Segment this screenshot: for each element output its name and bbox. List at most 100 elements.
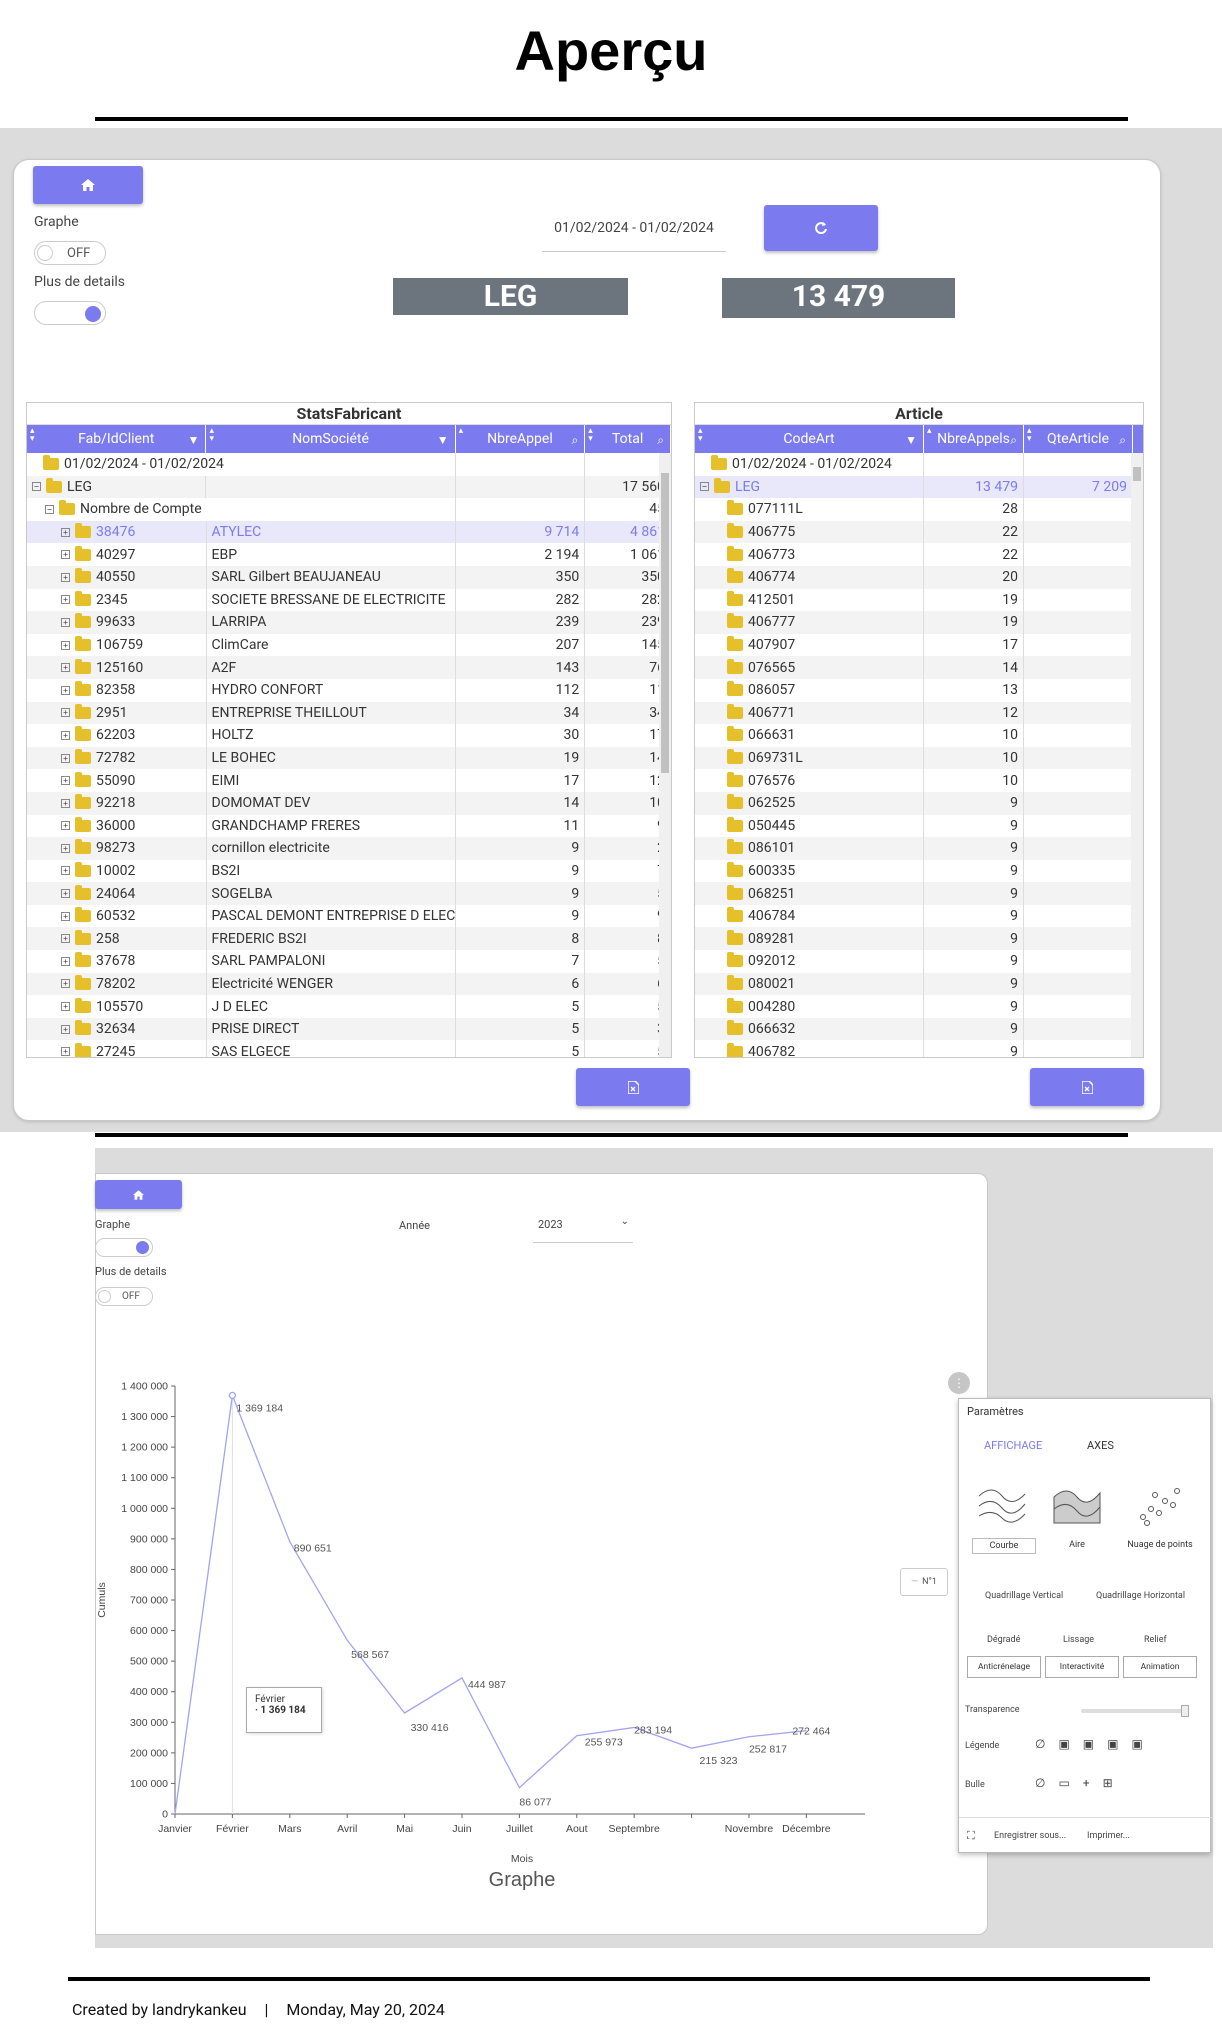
table-row[interactable]: 406771 12 [695,701,1143,725]
home-button[interactable] [33,166,143,204]
table-row[interactable]: 076576 10 [695,769,1143,792]
expand-icon[interactable]: + [61,1024,70,1034]
search-icon[interactable]: ⌕ [1010,433,1017,448]
grid-scrollbar[interactable] [659,453,671,1057]
group-row-fabricant[interactable]: − LEG 13 479 7 209 [695,475,1143,499]
legend-left-icon[interactable]: ▣ [1083,1737,1094,1751]
chart-type-line[interactable]: Courbe [967,1483,1036,1555]
legend-right-icon[interactable]: ▣ [1058,1737,1069,1751]
filter-icon[interactable]: ▼ [188,433,200,447]
table-row[interactable]: 062525 9 [695,791,1143,815]
search-icon[interactable]: ⌕ [1119,433,1126,448]
transparence-slider[interactable] [1081,1705,1189,1717]
tab-affichage[interactable]: AFFICHAGE [984,1439,1042,1452]
table-row[interactable]: 407907 17 [695,633,1143,657]
table-row[interactable]: +99633 LARRIPA 239 239 [27,611,671,634]
table-row[interactable]: 406784 9 [695,904,1143,928]
table-row[interactable]: 068251 9 [695,882,1143,905]
no-bubble-icon[interactable]: ∅ [1035,1776,1045,1790]
chart-legend[interactable]: — N°1 [900,1568,948,1596]
expand-icon[interactable]: + [61,753,70,763]
no-legend-icon[interactable]: ∅ [1035,1737,1045,1751]
collapse-icon[interactable]: − [32,482,41,492]
option-relief[interactable]: Relief [1144,1635,1167,1645]
col-header-codeart[interactable]: ▴ ▾ CodeArt ▼ [695,425,924,453]
group-row-date[interactable]: 01/02/2024 - 01/02/2024 [695,453,1143,476]
expand-icon[interactable]: + [61,550,70,560]
table-row[interactable]: +40550 SARL Gilbert BEAUJANEAU 350 350 [27,565,671,589]
expand-icon[interactable]: + [61,730,70,740]
table-row[interactable]: +2345 SOCIETE BRESSANE DE ELECTRICITE 282 2… [27,588,671,612]
table-row[interactable]: 077111L 28 [695,498,1143,521]
table-row[interactable]: +40297 EBP 2 194 1 061 [27,543,671,566]
table-row[interactable]: 406782 9 [695,1040,1143,1057]
chart-type-area[interactable]: Aire [1047,1483,1107,1555]
filter-icon[interactable]: ▼ [905,433,917,447]
fullscreen-icon[interactable]: ⛶ [967,1829,975,1843]
expand-icon[interactable]: + [61,843,70,853]
col-header-nbreappels[interactable]: ▴ NbreAppels ⌕ [924,425,1024,453]
year-select[interactable]: 2023 ⌄ [533,1214,633,1243]
save-as-button[interactable]: Enregistrer sous... [994,1831,1066,1841]
table-row[interactable]: +72782 LE BOHEC 19 14 [27,746,671,770]
filter-icon[interactable]: ▼ [437,433,449,447]
expand-icon[interactable]: + [61,640,70,650]
grid-vertical-option[interactable]: Quadrillage Vertical [985,1591,1063,1601]
scrollbar-thumb[interactable] [661,473,669,773]
expand-icon[interactable]: + [61,1047,70,1057]
group-row-accounts[interactable]: − Nombre de Compte 45 [27,498,671,521]
expand-icon[interactable]: + [61,663,70,673]
tab-axes[interactable]: AXES [1087,1439,1114,1452]
table-row[interactable]: +78202Electricité WENGER66 [27,972,671,996]
table-row[interactable]: +82358 HYDRO CONFORT 112 11 [27,678,671,702]
refresh-button[interactable] [764,205,878,251]
table-row[interactable]: 412501 19 [695,588,1143,612]
table-row[interactable]: +62203 HOLTZ 30 17 [27,724,671,747]
bubble-vertical-icon[interactable]: ⊞ [1103,1776,1113,1790]
print-button[interactable]: Imprimer... [1087,1831,1130,1841]
table-row[interactable]: +60532PASCAL DEMONT ENTREPRISE D ELEC99 [27,904,671,928]
table-row[interactable]: +27245SAS ELGECE55 [27,1040,671,1057]
collapse-icon[interactable]: − [700,482,709,492]
table-row[interactable]: 066631 10 [695,724,1143,747]
option-anticrenelage[interactable]: Anticrénelage [967,1656,1041,1678]
table-row[interactable]: 066632 9 [695,1017,1143,1041]
expand-icon[interactable]: + [61,572,70,582]
table-row[interactable]: 086057 13 [695,678,1143,702]
expand-icon[interactable]: + [61,979,70,989]
table-row[interactable]: +106759 ClimCare 207 145 [27,633,671,657]
expand-icon[interactable]: + [61,708,70,718]
series-line[interactable] [174,1392,807,1815]
table-row[interactable]: +37678SARL PAMPALONI75 [27,950,671,973]
table-row[interactable]: +2951 ENTREPRISE THEILLOUT 34 34 [27,701,671,725]
expand-icon[interactable]: + [61,527,70,537]
table-row[interactable]: 406777 19 [695,611,1143,634]
table-row[interactable]: 080021 9 [695,972,1143,996]
search-icon[interactable]: ⌕ [572,433,579,448]
crosshair-icon[interactable]: + [1083,1776,1090,1790]
grid-scrollbar[interactable] [1131,453,1143,1057]
table-row[interactable]: +32634PRISE DIRECT53 [27,1017,671,1041]
table-row[interactable]: +24064SOGELBA95 [27,882,671,905]
col-header-total[interactable]: ▴ ▾ Total ⌕ [585,425,671,453]
expand-icon[interactable]: + [61,617,70,627]
table-row[interactable]: 076565 14 [695,656,1143,679]
group-row-fabricant[interactable]: − LEG 17 560 [27,475,671,499]
table-row[interactable]: +92218 DOMOMAT DEV 14 10 [27,791,671,815]
option-animation[interactable]: Animation [1123,1656,1197,1678]
table-row[interactable]: +258FREDERIC BS2I88 [27,927,671,951]
table-row[interactable]: 092012 9 [695,950,1143,973]
table-row[interactable]: 004280 9 [695,995,1143,1018]
col-header-qtearticle[interactable]: ▴ ▾ QteArticle ⌕ [1024,425,1133,453]
expand-icon[interactable]: + [61,911,70,921]
expand-icon[interactable]: + [61,776,70,786]
details-toggle[interactable] [34,301,106,325]
table-row[interactable]: 406774 20 [695,565,1143,589]
expand-icon[interactable]: + [61,866,70,876]
bubble-tooltip-icon[interactable]: ▭ [1058,1776,1069,1790]
col-header-fab[interactable]: ▴ ▾ Fab/IdClient ▼ [27,425,207,453]
option-lissage[interactable]: Lissage [1063,1635,1094,1645]
search-icon[interactable]: ⌕ [657,433,664,448]
expand-icon[interactable]: + [61,821,70,831]
details-toggle[interactable]: OFF [95,1287,153,1306]
